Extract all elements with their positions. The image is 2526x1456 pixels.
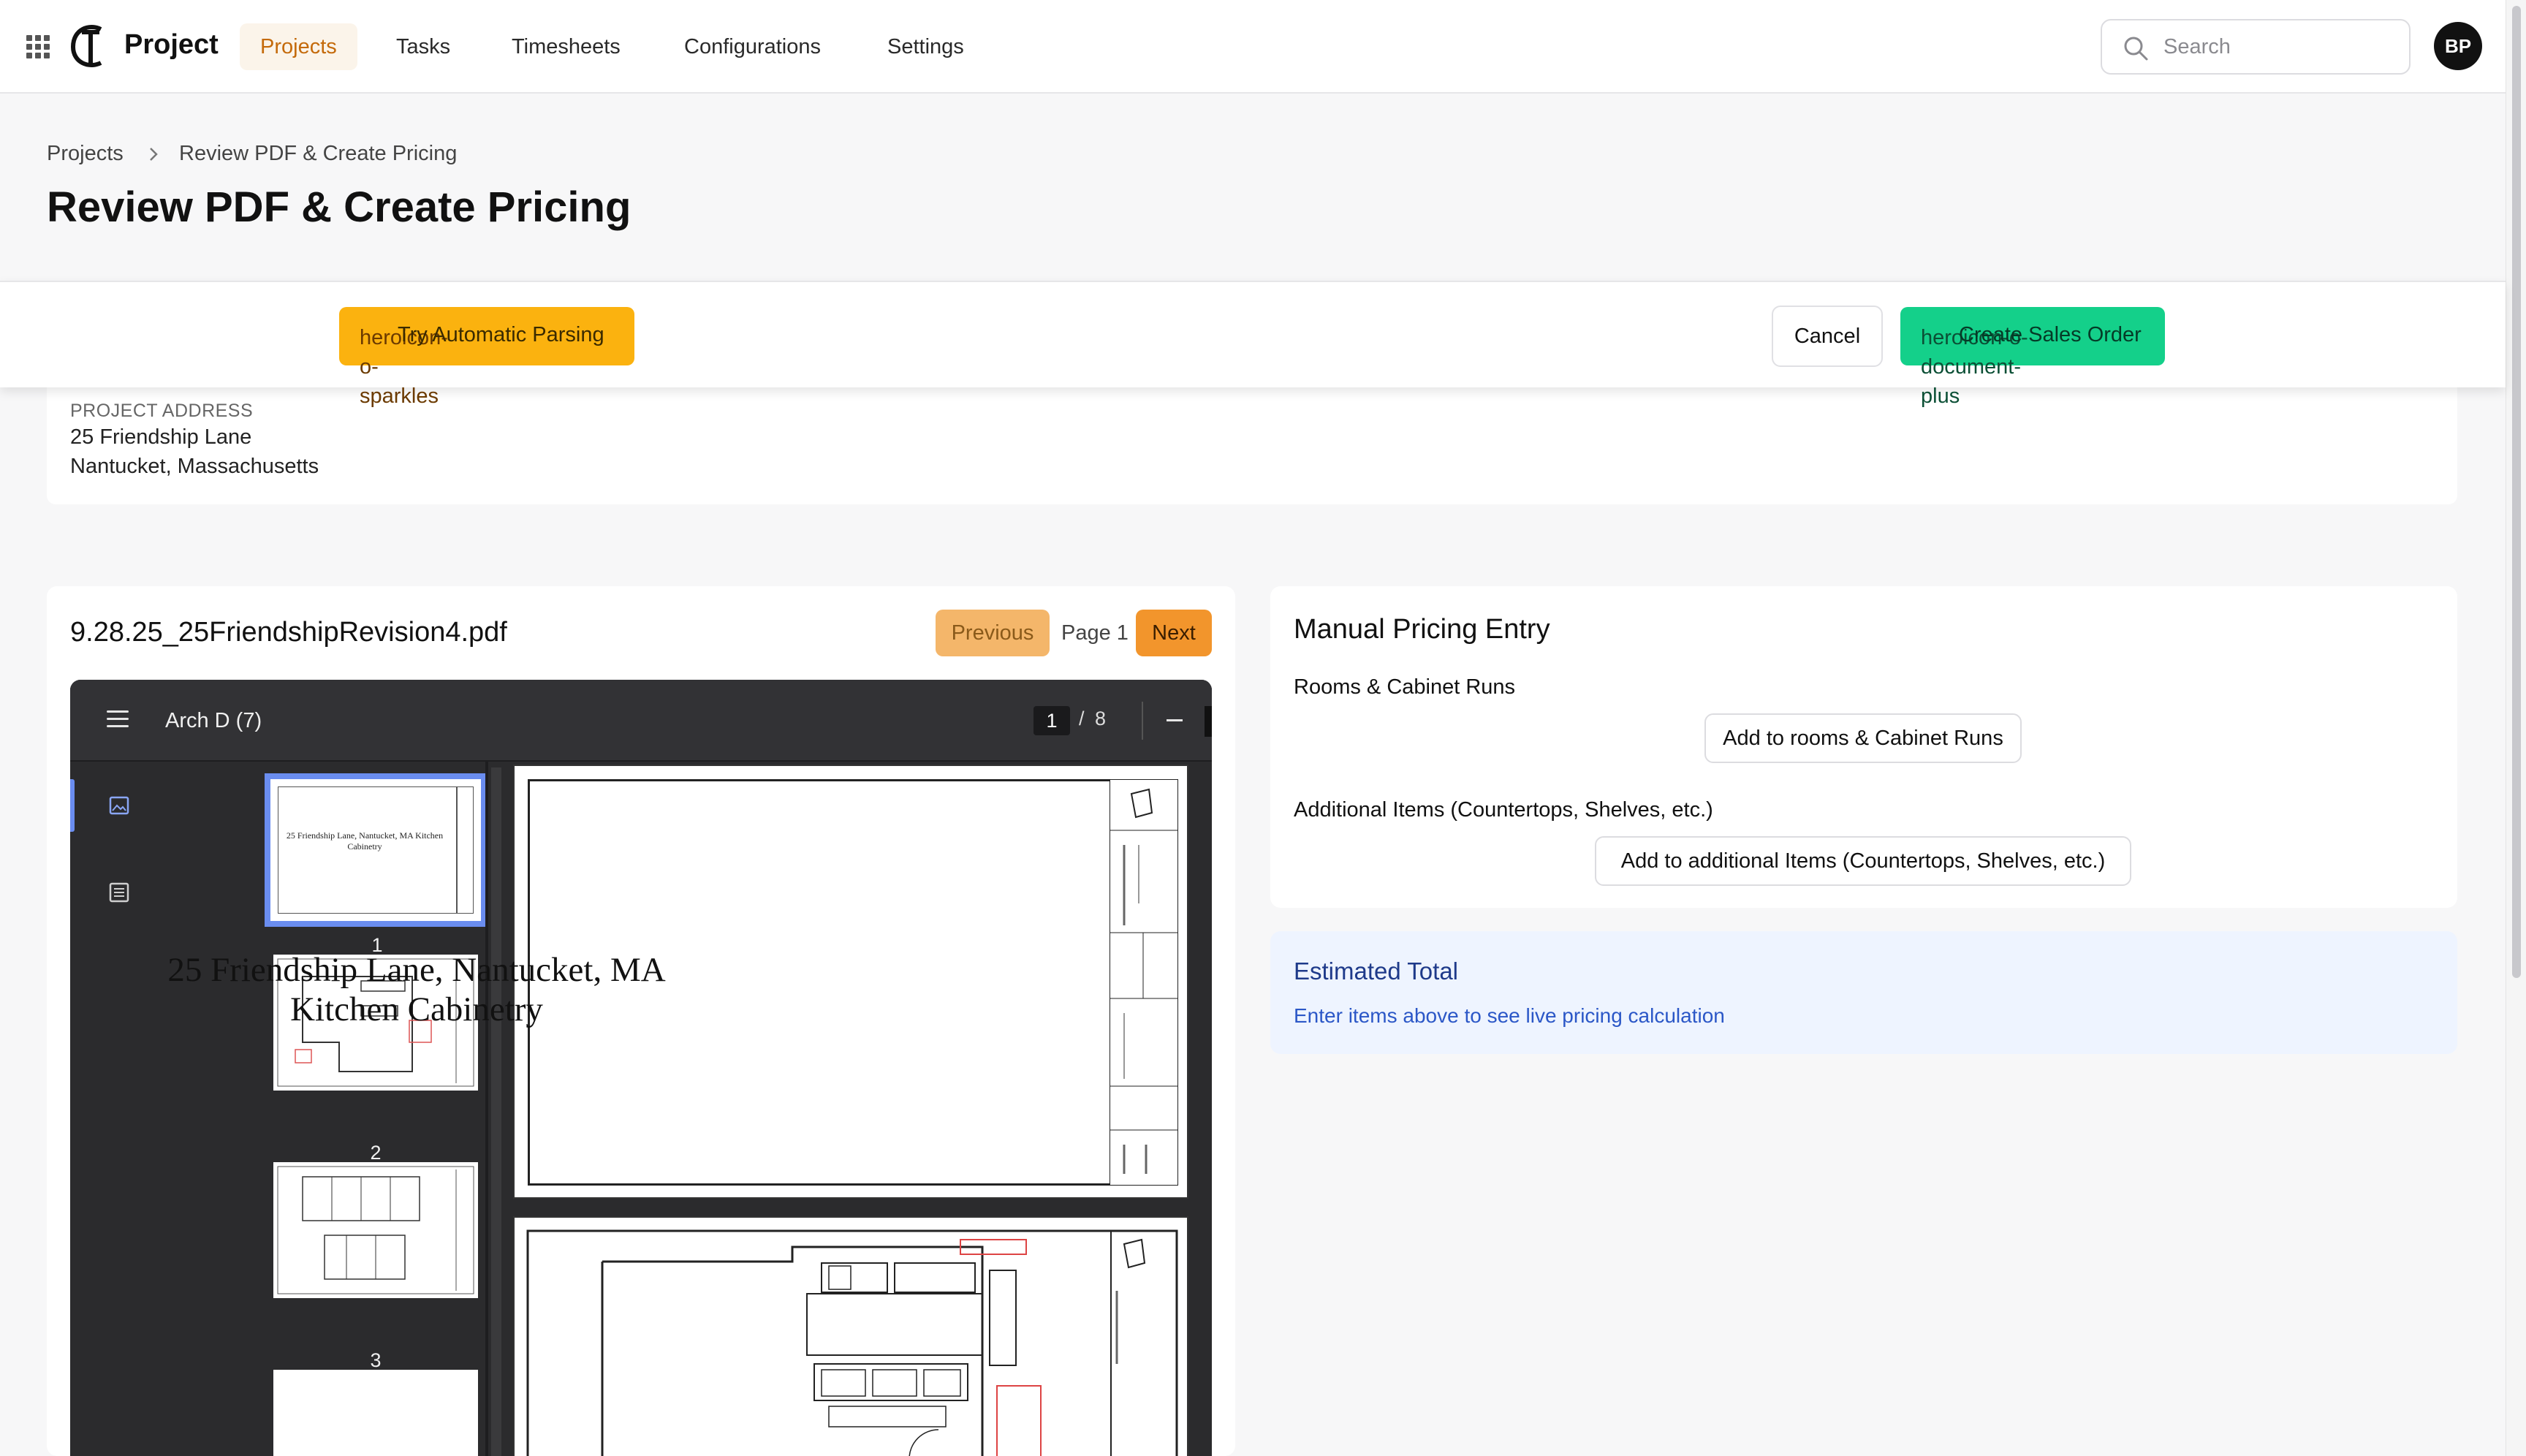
- nav-projects[interactable]: Projects: [240, 23, 357, 70]
- additional-items-label: Additional Items (Countertops, Shelves, …: [1294, 798, 1713, 822]
- rooms-section-label: Rooms & Cabinet Runs: [1294, 675, 1516, 699]
- page-thumbnail-3[interactable]: [273, 1162, 478, 1298]
- app-name: Project: [124, 29, 219, 60]
- search-input[interactable]: Search: [2101, 19, 2411, 75]
- scrollbar-thumb[interactable]: [2512, 6, 2521, 978]
- user-avatar[interactable]: BP: [2434, 22, 2482, 70]
- zoom-out-icon[interactable]: [1167, 719, 1183, 721]
- pdf-document-title: Arch D (7): [165, 709, 262, 732]
- estimated-total-title: Estimated Total: [1294, 958, 1459, 985]
- brand-logo-icon[interactable]: [67, 22, 108, 72]
- project-address-label: PROJECT ADDRESS: [70, 401, 254, 421]
- elevation-thumbnail: [277, 1166, 474, 1294]
- cancel-button[interactable]: Cancel: [1772, 306, 1883, 367]
- page1-title-line1: 25 Friendship Lane, Nantucket, MA: [167, 951, 666, 989]
- nav-timesheets[interactable]: Timesheets: [491, 23, 641, 70]
- pricing-card-title: Manual Pricing Entry: [1294, 614, 1550, 645]
- toolbar-overflow: [1205, 706, 1212, 737]
- add-rooms-button[interactable]: Add to rooms & Cabinet Runs: [1704, 713, 2022, 763]
- page-separator: /: [1079, 708, 1085, 729]
- thumbnail-number-3: 3: [370, 1349, 382, 1371]
- thumbnail-panel: 25 Friendship Lane, Nantucket, MA Kitche…: [143, 762, 487, 1456]
- pdf-viewer-toolbar: Arch D (7) 1 / 8: [70, 680, 1212, 762]
- thumbnail-number-2: 2: [370, 1142, 382, 1164]
- search-icon: [2124, 37, 2148, 61]
- add-additional-items-button[interactable]: Add to additional Items (Countertops, Sh…: [1595, 836, 2131, 886]
- rail-active-indicator: [70, 779, 75, 832]
- viewer-side-rail: [70, 762, 143, 1456]
- breadcrumb-current: Review PDF & Create Pricing: [179, 142, 458, 165]
- page-number-input[interactable]: 1: [1033, 706, 1070, 735]
- nav-configurations[interactable]: Configurations: [664, 23, 841, 70]
- nav-settings[interactable]: Settings: [867, 23, 985, 70]
- project-address-line2: Nantucket, Massachusetts: [70, 455, 319, 478]
- chevron-right-icon: [150, 148, 158, 161]
- page-title: Review PDF & Create Pricing: [47, 183, 632, 231]
- pdf-page-2: [513, 1216, 1188, 1456]
- apps-grid-icon[interactable]: [26, 35, 50, 58]
- breadcrumb-projects-link[interactable]: Projects: [47, 142, 124, 166]
- page1-title-line2: Kitchen Cabinetry: [290, 990, 543, 1028]
- pdf-viewer: Arch D (7) 1 / 8 25 Friendship Lane, Nan…: [70, 680, 1212, 1456]
- thumbnails-icon[interactable]: [108, 795, 130, 816]
- page-thumbnail-1[interactable]: 25 Friendship Lane, Nantucket, MA Kitche…: [265, 773, 487, 927]
- project-address-line1: 25 Friendship Lane: [70, 425, 252, 449]
- try-automatic-parsing-label: Try Automatic Parsing: [398, 323, 604, 346]
- outline-list-icon[interactable]: [108, 881, 130, 903]
- create-sales-order-label: Create Sales Order: [1959, 323, 2142, 346]
- estimated-total-card: [1270, 931, 2457, 1054]
- search-placeholder: Search: [2163, 35, 2231, 58]
- nav-tasks[interactable]: Tasks: [376, 23, 471, 70]
- thumbnail-border: [278, 786, 474, 914]
- sticky-action-bar: heroicon-o-sparkles Try Automatic Parsin…: [0, 281, 2506, 408]
- next-page-button[interactable]: Next: [1136, 610, 1212, 656]
- page-total: 8: [1095, 708, 1107, 729]
- title-block: [1110, 779, 1178, 1186]
- page-indicator: Page 1: [1061, 621, 1129, 645]
- previous-page-button[interactable]: Previous: [936, 610, 1050, 656]
- pdf-page-scrollbar[interactable]: [491, 767, 501, 1456]
- top-navigation-bar: Project Projects Tasks Timesheets Config…: [0, 0, 2506, 94]
- create-sales-order-button[interactable]: heroicon-o-document-plus Create Sales Or…: [1900, 307, 2165, 408]
- page-scrollbar[interactable]: [2506, 0, 2526, 1456]
- try-automatic-parsing-button[interactable]: heroicon-o-sparkles Try Automatic Parsin…: [339, 307, 634, 408]
- estimated-total-hint: Enter items above to see live pricing ca…: [1294, 1004, 1725, 1027]
- toolbar-divider: [1142, 702, 1143, 740]
- pdf-filename: 9.28.25_25FriendshipRevision4.pdf: [70, 617, 507, 648]
- page-thumbnail-4[interactable]: [273, 1370, 478, 1456]
- floorplan-drawing: [526, 1229, 1178, 1456]
- menu-icon[interactable]: [107, 710, 129, 728]
